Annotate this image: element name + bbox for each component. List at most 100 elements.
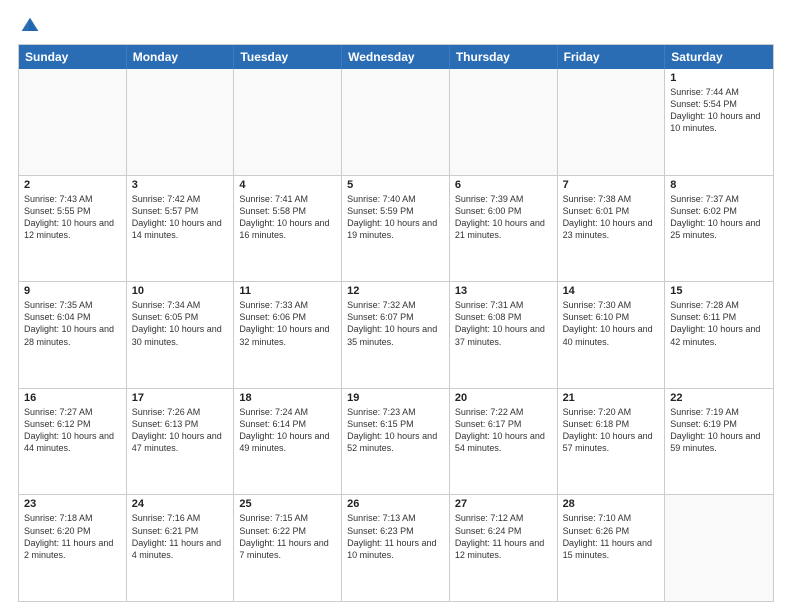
calendar-cell xyxy=(450,69,558,175)
day-number: 7 xyxy=(563,179,660,191)
weekday-header: Thursday xyxy=(450,45,558,69)
day-info: Sunrise: 7:34 AMSunset: 6:05 PMDaylight:… xyxy=(132,299,229,348)
calendar-cell: 17 Sunrise: 7:26 AMSunset: 6:13 PMDayligh… xyxy=(127,389,235,495)
day-number: 13 xyxy=(455,285,552,297)
weekday-header: Friday xyxy=(558,45,666,69)
weekday-header: Tuesday xyxy=(234,45,342,69)
calendar-cell: 13 Sunrise: 7:31 AMSunset: 6:08 PMDayligh… xyxy=(450,282,558,388)
weekday-header: Saturday xyxy=(665,45,773,69)
day-info: Sunrise: 7:26 AMSunset: 6:13 PMDaylight:… xyxy=(132,406,229,455)
calendar-cell: 11 Sunrise: 7:33 AMSunset: 6:06 PMDayligh… xyxy=(234,282,342,388)
day-info: Sunrise: 7:42 AMSunset: 5:57 PMDaylight:… xyxy=(132,193,229,242)
calendar-cell: 27 Sunrise: 7:12 AMSunset: 6:24 PMDayligh… xyxy=(450,495,558,601)
day-info: Sunrise: 7:32 AMSunset: 6:07 PMDaylight:… xyxy=(347,299,444,348)
calendar-cell: 21 Sunrise: 7:20 AMSunset: 6:18 PMDayligh… xyxy=(558,389,666,495)
calendar-cell: 14 Sunrise: 7:30 AMSunset: 6:10 PMDayligh… xyxy=(558,282,666,388)
calendar-cell: 1 Sunrise: 7:44 AMSunset: 5:54 PMDaylight… xyxy=(665,69,773,175)
calendar-cell: 22 Sunrise: 7:19 AMSunset: 6:19 PMDayligh… xyxy=(665,389,773,495)
day-number: 17 xyxy=(132,392,229,404)
header xyxy=(18,16,774,36)
day-info: Sunrise: 7:44 AMSunset: 5:54 PMDaylight:… xyxy=(670,86,768,135)
day-number: 25 xyxy=(239,498,336,510)
day-info: Sunrise: 7:16 AMSunset: 6:21 PMDaylight:… xyxy=(132,512,229,561)
day-number: 21 xyxy=(563,392,660,404)
calendar-cell: 15 Sunrise: 7:28 AMSunset: 6:11 PMDayligh… xyxy=(665,282,773,388)
day-number: 18 xyxy=(239,392,336,404)
calendar-cell xyxy=(342,69,450,175)
day-info: Sunrise: 7:28 AMSunset: 6:11 PMDaylight:… xyxy=(670,299,768,348)
day-info: Sunrise: 7:35 AMSunset: 6:04 PMDaylight:… xyxy=(24,299,121,348)
day-number: 26 xyxy=(347,498,444,510)
calendar-row: 23Sunrise: 7:18 AMSunset: 6:20 PMDayligh… xyxy=(19,495,773,601)
day-number: 24 xyxy=(132,498,229,510)
calendar-cell: 18 Sunrise: 7:24 AMSunset: 6:14 PMDayligh… xyxy=(234,389,342,495)
day-info: Sunrise: 7:20 AMSunset: 6:18 PMDaylight:… xyxy=(563,406,660,455)
calendar: SundayMondayTuesdayWednesdayThursdayFrid… xyxy=(18,44,774,602)
calendar-cell: 4 Sunrise: 7:41 AMSunset: 5:58 PMDaylight… xyxy=(234,176,342,282)
day-number: 3 xyxy=(132,179,229,191)
page: SundayMondayTuesdayWednesdayThursdayFrid… xyxy=(0,0,792,612)
calendar-cell: 5 Sunrise: 7:40 AMSunset: 5:59 PMDaylight… xyxy=(342,176,450,282)
day-number: 19 xyxy=(347,392,444,404)
calendar-cell: 12 Sunrise: 7:32 AMSunset: 6:07 PMDayligh… xyxy=(342,282,450,388)
calendar-cell xyxy=(127,69,235,175)
day-info: Sunrise: 7:39 AMSunset: 6:00 PMDaylight:… xyxy=(455,193,552,242)
calendar-row: 2 Sunrise: 7:43 AMSunset: 5:55 PMDaylight… xyxy=(19,176,773,283)
day-number: 2 xyxy=(24,179,121,191)
day-info: Sunrise: 7:23 AMSunset: 6:15 PMDaylight:… xyxy=(347,406,444,455)
day-number: 28 xyxy=(563,498,660,510)
calendar-cell: 8 Sunrise: 7:37 AMSunset: 6:02 PMDaylight… xyxy=(665,176,773,282)
calendar-row: 16 Sunrise: 7:27 AMSunset: 6:12 PMDayligh… xyxy=(19,389,773,496)
day-number: 4 xyxy=(239,179,336,191)
day-number: 9 xyxy=(24,285,121,297)
day-info: Sunrise: 7:22 AMSunset: 6:17 PMDaylight:… xyxy=(455,406,552,455)
day-number: 1 xyxy=(670,72,768,84)
day-info: Sunrise: 7:33 AMSunset: 6:06 PMDaylight:… xyxy=(239,299,336,348)
day-info: Sunrise: 7:18 AMSunset: 6:20 PMDaylight:… xyxy=(24,512,121,561)
calendar-cell xyxy=(558,69,666,175)
logo-icon xyxy=(20,16,40,36)
calendar-row: 9 Sunrise: 7:35 AMSunset: 6:04 PMDaylight… xyxy=(19,282,773,389)
calendar-cell: 16 Sunrise: 7:27 AMSunset: 6:12 PMDayligh… xyxy=(19,389,127,495)
day-number: 27 xyxy=(455,498,552,510)
calendar-row: 1 Sunrise: 7:44 AMSunset: 5:54 PMDaylight… xyxy=(19,69,773,176)
day-info: Sunrise: 7:10 AMSunset: 6:26 PMDaylight:… xyxy=(563,512,660,561)
day-number: 16 xyxy=(24,392,121,404)
calendar-cell: 7Sunrise: 7:38 AMSunset: 6:01 PMDaylight… xyxy=(558,176,666,282)
day-info: Sunrise: 7:41 AMSunset: 5:58 PMDaylight:… xyxy=(239,193,336,242)
day-number: 11 xyxy=(239,285,336,297)
calendar-cell: 24 Sunrise: 7:16 AMSunset: 6:21 PMDayligh… xyxy=(127,495,235,601)
calendar-cell: 23Sunrise: 7:18 AMSunset: 6:20 PMDayligh… xyxy=(19,495,127,601)
day-number: 6 xyxy=(455,179,552,191)
calendar-cell: 3 Sunrise: 7:42 AMSunset: 5:57 PMDaylight… xyxy=(127,176,235,282)
day-info: Sunrise: 7:13 AMSunset: 6:23 PMDaylight:… xyxy=(347,512,444,561)
day-info: Sunrise: 7:27 AMSunset: 6:12 PMDaylight:… xyxy=(24,406,121,455)
day-info: Sunrise: 7:12 AMSunset: 6:24 PMDaylight:… xyxy=(455,512,552,561)
day-number: 22 xyxy=(670,392,768,404)
logo xyxy=(18,16,40,36)
day-info: Sunrise: 7:43 AMSunset: 5:55 PMDaylight:… xyxy=(24,193,121,242)
calendar-cell xyxy=(234,69,342,175)
day-number: 15 xyxy=(670,285,768,297)
calendar-cell xyxy=(665,495,773,601)
weekday-header: Wednesday xyxy=(342,45,450,69)
day-info: Sunrise: 7:37 AMSunset: 6:02 PMDaylight:… xyxy=(670,193,768,242)
calendar-cell: 25Sunrise: 7:15 AMSunset: 6:22 PMDayligh… xyxy=(234,495,342,601)
day-info: Sunrise: 7:30 AMSunset: 6:10 PMDaylight:… xyxy=(563,299,660,348)
weekday-header: Sunday xyxy=(19,45,127,69)
day-info: Sunrise: 7:31 AMSunset: 6:08 PMDaylight:… xyxy=(455,299,552,348)
day-info: Sunrise: 7:40 AMSunset: 5:59 PMDaylight:… xyxy=(347,193,444,242)
day-info: Sunrise: 7:24 AMSunset: 6:14 PMDaylight:… xyxy=(239,406,336,455)
calendar-cell: 2 Sunrise: 7:43 AMSunset: 5:55 PMDaylight… xyxy=(19,176,127,282)
calendar-cell xyxy=(19,69,127,175)
day-number: 10 xyxy=(132,285,229,297)
day-number: 14 xyxy=(563,285,660,297)
day-info: Sunrise: 7:19 AMSunset: 6:19 PMDaylight:… xyxy=(670,406,768,455)
calendar-cell: 20Sunrise: 7:22 AMSunset: 6:17 PMDayligh… xyxy=(450,389,558,495)
calendar-cell: 6 Sunrise: 7:39 AMSunset: 6:00 PMDaylight… xyxy=(450,176,558,282)
calendar-cell: 9 Sunrise: 7:35 AMSunset: 6:04 PMDaylight… xyxy=(19,282,127,388)
day-number: 5 xyxy=(347,179,444,191)
day-number: 12 xyxy=(347,285,444,297)
day-number: 8 xyxy=(670,179,768,191)
calendar-body: 1 Sunrise: 7:44 AMSunset: 5:54 PMDaylight… xyxy=(19,69,773,601)
